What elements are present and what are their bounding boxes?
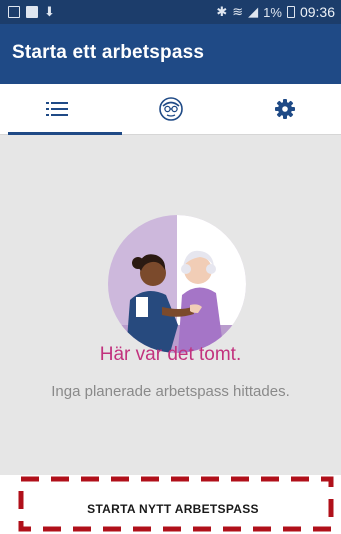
list-icon (45, 102, 68, 116)
clock: 09:36 (299, 4, 335, 20)
app-bar: Starta ett arbetspass (0, 24, 341, 84)
page-title: Starta ett arbetspass (12, 42, 205, 63)
system-icons: ✱ ≋ ◢ 1% 09:36 (216, 4, 335, 20)
battery-icon (286, 6, 295, 18)
signal-icon: ◢ (248, 4, 259, 19)
p-badge-icon (26, 6, 38, 18)
tab-list[interactable] (0, 84, 122, 135)
nurse-face-icon (158, 97, 183, 121)
empty-state-title: Här var det tomt. (99, 344, 242, 365)
status-bar: ⬇ ✱ ≋ ◢ 1% 09:36 (0, 0, 341, 24)
screen-icon (8, 6, 20, 18)
start-new-shift-button[interactable]: STARTA NYTT ARBETSPASS (20, 487, 326, 531)
empty-state-area (0, 135, 341, 475)
notification-icons: ⬇ (8, 4, 55, 20)
gear-icon (274, 99, 295, 119)
bluetooth-icon: ✱ (216, 4, 228, 19)
tab-settings[interactable] (228, 84, 341, 134)
tab-bar (0, 84, 341, 135)
download-icon: ⬇ (44, 4, 55, 19)
bottom-bar: STARTA NYTT ARBETSPASS (0, 475, 341, 534)
caregiver-illustration (108, 215, 246, 353)
battery-percent: 1% (263, 4, 282, 20)
tab-staff[interactable] (114, 84, 227, 134)
wifi-icon: ≋ (232, 4, 244, 19)
empty-state-subtitle: Inga planerade arbetspass hittades. (51, 383, 290, 400)
